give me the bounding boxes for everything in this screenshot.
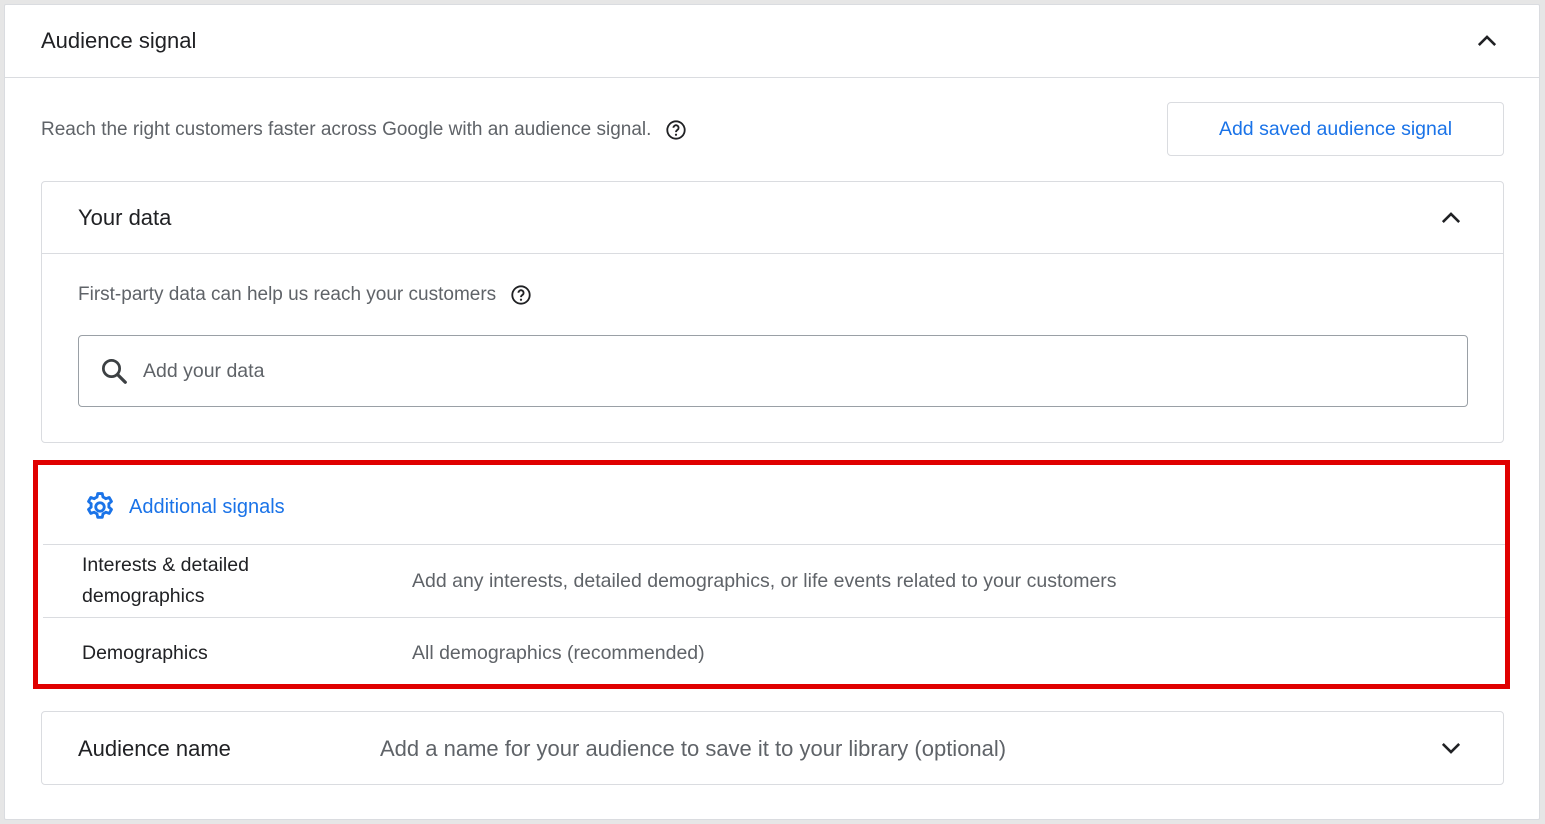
signal-value: All demographics (recommended) <box>412 642 705 664</box>
help-icon[interactable] <box>510 284 532 306</box>
your-data-title: Your data <box>78 205 172 230</box>
additional-signals-section: Additional signals Interests & detailed … <box>43 470 1510 689</box>
signal-row-demographics[interactable]: Demographics All demographics (recommend… <box>43 618 1510 689</box>
audience-signal-header[interactable]: Audience signal <box>5 5 1539 78</box>
audience-name-title: Audience name <box>78 736 231 761</box>
chevron-up-icon[interactable] <box>1437 204 1465 232</box>
chevron-up-icon[interactable] <box>1473 27 1501 55</box>
audience-name-hint: Add a name for your audience to save it … <box>380 736 1007 761</box>
search-input[interactable] <box>143 359 1343 383</box>
intro-text: Reach the right customers faster across … <box>41 119 652 140</box>
your-data-panel: Your data First-party data can help us r… <box>41 181 1504 443</box>
additional-signals-header[interactable]: Additional signals <box>43 470 1510 545</box>
gear-icon <box>83 490 117 524</box>
additional-signals-link[interactable]: Additional signals <box>129 496 285 519</box>
help-icon[interactable] <box>665 119 687 141</box>
audience-signal-intro: Reach the right customers faster across … <box>41 119 687 141</box>
signal-label: Interests & detailed demographics <box>82 554 249 607</box>
audience-signal-card: Audience signal Reach the right customer… <box>4 4 1540 820</box>
your-data-description-text: First-party data can help us reach your … <box>78 284 497 305</box>
chevron-down-icon[interactable] <box>1437 734 1465 762</box>
signal-row-interests[interactable]: Interests & detailed demographics Add an… <box>43 545 1510 618</box>
your-data-search-box[interactable] <box>78 335 1468 407</box>
signal-label: Demographics <box>82 642 208 664</box>
audience-name-panel[interactable]: Audience name Add a name for your audien… <box>41 711 1504 785</box>
add-saved-audience-signal-button[interactable]: Add saved audience signal <box>1167 102 1504 156</box>
signal-value: Add any interests, detailed demographics… <box>412 569 1117 592</box>
your-data-header[interactable]: Your data <box>42 182 1503 254</box>
audience-signal-title: Audience signal <box>41 28 197 53</box>
search-icon <box>99 356 129 386</box>
your-data-description: First-party data can help us reach your … <box>78 284 532 306</box>
